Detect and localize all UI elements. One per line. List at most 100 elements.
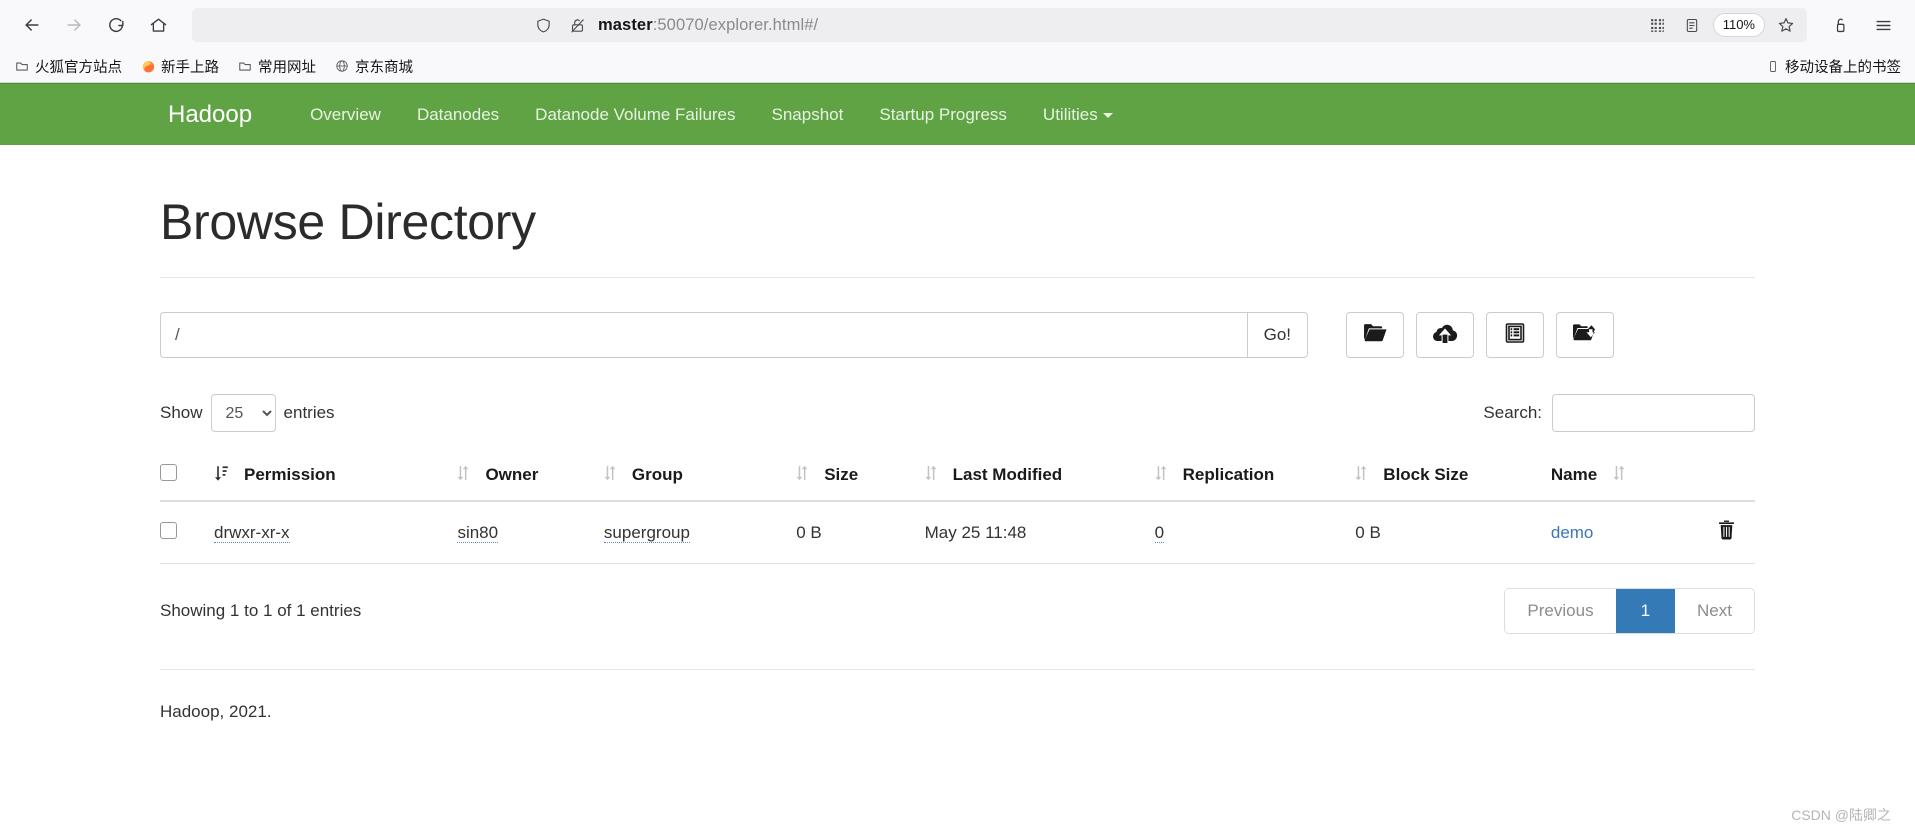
entries-label: entries	[283, 403, 335, 422]
sort-icon[interactable]	[457, 465, 469, 486]
cut-paste-button[interactable]	[1556, 312, 1614, 358]
th-last-modified[interactable]: Last Modified	[924, 450, 1155, 502]
nav-link-utilities[interactable]: Utilities	[1025, 84, 1131, 146]
snapshot-button[interactable]	[1486, 312, 1544, 358]
folder-icon	[14, 58, 30, 74]
sort-icon[interactable]	[925, 465, 937, 486]
reload-icon[interactable]	[98, 7, 134, 43]
forward-arrow-icon[interactable]	[56, 7, 92, 43]
permission-value[interactable]: drwxr-xr-x	[214, 522, 290, 543]
bookmark-label-3: 京东商城	[355, 59, 413, 76]
th-label-group: Group	[631, 465, 683, 484]
nav-label-utilities: Utilities	[1042, 104, 1098, 124]
table-head: Permission Owner Group Size Last Modifie…	[160, 450, 1755, 502]
th-select-all	[160, 450, 214, 502]
cell-last-modified: May 25 11:48	[924, 501, 1155, 564]
th-name[interactable]: Name	[1550, 450, 1697, 502]
th-label-owner: Owner	[485, 465, 539, 484]
th-label-replication: Replication	[1182, 465, 1275, 484]
nav-link-startup-progress[interactable]: Startup Progress	[861, 84, 1025, 146]
entries-select[interactable]: 25 50 100	[210, 394, 276, 432]
shield-icon[interactable]	[530, 12, 556, 38]
nav-link-datanode-volume-failures[interactable]: Datanode Volume Failures	[517, 84, 753, 146]
title-divider	[160, 277, 1755, 278]
table-footer: Showing 1 to 1 of 1 entries Previous 1 N…	[160, 588, 1755, 634]
sort-icon[interactable]	[604, 465, 616, 486]
file-name-link[interactable]: demo	[1551, 523, 1594, 542]
th-permission[interactable]: Permission	[214, 450, 458, 502]
page-body: Browse Directory Go!	[0, 193, 1915, 722]
cell-owner: sin80	[457, 501, 604, 564]
row-checkbox[interactable]	[160, 521, 177, 539]
nav-link-datanodes[interactable]: Datanodes	[399, 84, 517, 146]
nav-link-snapshot[interactable]: Snapshot	[754, 84, 862, 146]
lock-broken-icon[interactable]	[564, 12, 590, 38]
nav-label-overview: Overview	[310, 104, 381, 124]
bookmark-star-icon[interactable]	[1773, 12, 1799, 38]
bookmark-mobile-folder[interactable]: 移动设备上的书签	[1765, 56, 1901, 77]
th-owner[interactable]: Owner	[457, 450, 604, 502]
th-group[interactable]: Group	[603, 450, 797, 502]
chevron-down-icon	[1102, 112, 1113, 118]
footer-text: Hadoop, 2021.	[160, 702, 272, 721]
th-replication[interactable]: Replication	[1154, 450, 1356, 502]
qr-code-icon[interactable]	[1645, 12, 1671, 38]
home-icon[interactable]	[140, 7, 176, 43]
nav-link-overview[interactable]: Overview	[292, 84, 399, 146]
pagination-next[interactable]: Next	[1675, 589, 1754, 633]
th-actions	[1697, 450, 1755, 502]
cell-block-size: 0 B	[1355, 501, 1551, 564]
sort-icon[interactable]	[1155, 465, 1167, 486]
search-label: Search:	[1483, 403, 1542, 422]
sort-amount-desc-icon[interactable]	[214, 465, 228, 486]
select-all-checkbox[interactable]	[160, 464, 177, 481]
bookmark-item-2[interactable]: 常用网址	[237, 56, 316, 77]
firefox-icon	[140, 58, 156, 74]
owner-value[interactable]: sin80	[457, 522, 499, 543]
clipboard-list-icon	[1504, 322, 1526, 349]
sort-icon[interactable]	[796, 465, 808, 486]
cell-permission: drwxr-xr-x	[214, 501, 458, 564]
pagination-page-1[interactable]: 1	[1615, 589, 1676, 633]
pagination: Previous 1 Next	[1504, 588, 1755, 634]
replication-value[interactable]: 0	[1154, 522, 1165, 543]
bookmark-label-2: 常用网址	[258, 59, 316, 76]
path-input[interactable]	[160, 312, 1247, 358]
bookmark-label-0: 火狐官方站点	[35, 59, 122, 76]
bookmark-item-3[interactable]: 京东商城	[334, 56, 413, 77]
th-label-permission: Permission	[244, 465, 336, 484]
address-bar[interactable]: master:50070/explorer.html#/ 110%	[192, 8, 1807, 42]
brand-hadoop[interactable]: Hadoop	[168, 84, 270, 146]
row-select-cell	[160, 501, 214, 564]
sort-icon[interactable]	[1355, 465, 1367, 486]
path-row: Go!	[160, 312, 1755, 358]
search-input[interactable]	[1552, 394, 1755, 432]
browser-chrome: master:50070/explorer.html#/ 110% 火狐官方站点…	[0, 0, 1915, 83]
back-arrow-icon[interactable]	[14, 7, 50, 43]
bookmark-item-0[interactable]: 火狐官方站点	[14, 56, 122, 77]
table-row[interactable]: drwxr-xr-x sin80 supergroup 0 B May 25 1…	[160, 501, 1755, 564]
url-host: master	[598, 15, 653, 34]
browser-toolbar: master:50070/explorer.html#/ 110%	[0, 0, 1915, 50]
zoom-level-indicator[interactable]: 110%	[1712, 13, 1765, 37]
nav-label-datanode-volume-failures: Datanode Volume Failures	[535, 104, 736, 124]
hamburger-menu-icon[interactable]	[1865, 7, 1901, 43]
sort-icon[interactable]	[1613, 465, 1625, 486]
cell-name: demo	[1550, 501, 1697, 564]
go-button[interactable]: Go!	[1246, 312, 1308, 358]
bookmark-item-1[interactable]: 新手上路	[140, 56, 219, 77]
trash-icon[interactable]	[1717, 520, 1736, 544]
globe-icon	[334, 58, 350, 74]
pagination-previous[interactable]: Previous	[1505, 589, 1616, 633]
reader-view-icon[interactable]	[1679, 12, 1705, 38]
group-value[interactable]: supergroup	[603, 522, 690, 543]
th-label-size: Size	[824, 465, 859, 484]
create-directory-button[interactable]	[1346, 312, 1404, 358]
show-label: Show	[160, 403, 203, 422]
folder-move-icon	[1572, 322, 1598, 348]
account-icon[interactable]	[1823, 7, 1859, 43]
th-size[interactable]: Size	[796, 450, 925, 502]
th-block-size[interactable]: Block Size	[1355, 450, 1551, 502]
upload-files-button[interactable]	[1416, 312, 1474, 358]
page-title: Browse Directory	[160, 194, 536, 250]
